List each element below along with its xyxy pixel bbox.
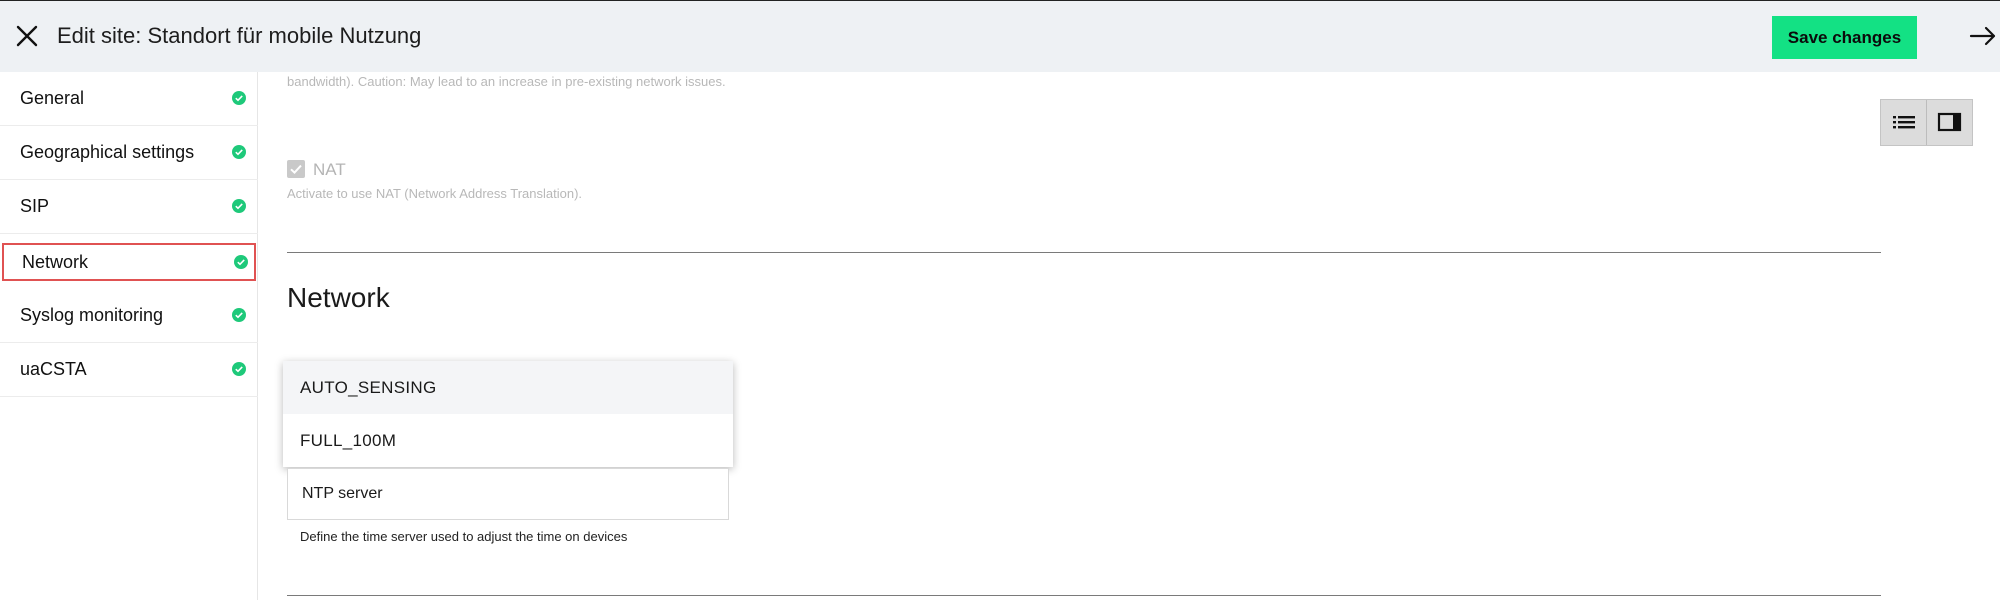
side-panel-icon bbox=[1937, 112, 1962, 132]
sidebar-item-label: uaCSTA bbox=[20, 359, 87, 379]
bandwidth-help-text: bandwidth). Caution: May lead to an incr… bbox=[287, 74, 726, 89]
ntp-help-text: Define the time server used to adjust th… bbox=[300, 529, 628, 544]
sidebar-item-label: General bbox=[20, 88, 85, 108]
list-icon bbox=[1893, 116, 1915, 129]
checkmark-icon bbox=[290, 164, 302, 175]
nat-help-text: Activate to use NAT (Network Address Tra… bbox=[287, 186, 583, 201]
list-view-button[interactable] bbox=[1881, 100, 1927, 145]
dropdown-option-full-100m[interactable]: FULL_100M bbox=[283, 414, 733, 467]
check-circle-icon bbox=[232, 91, 246, 105]
sidebar-item-syslog-monitoring[interactable]: Syslog monitoring bbox=[0, 289, 258, 343]
check-circle-icon bbox=[232, 308, 246, 322]
section-title-network: Network bbox=[287, 282, 390, 313]
top-bar: Edit site: Standort für mobile Nutzung S… bbox=[0, 0, 2000, 72]
check-circle-icon bbox=[232, 362, 246, 376]
arrow-right-icon[interactable] bbox=[1968, 21, 1998, 51]
check-circle-icon bbox=[232, 199, 246, 213]
check-circle-icon bbox=[232, 145, 246, 159]
sidebar-nav: General Geographical settings SIP Networ… bbox=[0, 72, 258, 600]
nat-label: NAT bbox=[313, 160, 346, 179]
sidebar-item-uacsta[interactable]: uaCSTA bbox=[0, 343, 258, 397]
view-toggle bbox=[1880, 99, 1973, 146]
sidebar-item-general[interactable]: General bbox=[0, 72, 258, 126]
dropdown-option-label: AUTO_SENSING bbox=[300, 378, 437, 397]
panel-view-button[interactable] bbox=[1927, 100, 1973, 145]
sidebar-item-network[interactable]: Network bbox=[2, 243, 256, 281]
sidebar-item-sip[interactable]: SIP bbox=[0, 180, 258, 234]
page-title: Edit site: Standort für mobile Nutzung bbox=[57, 23, 422, 48]
check-circle-icon bbox=[234, 255, 248, 269]
sidebar-item-label: SIP bbox=[20, 196, 50, 216]
close-icon[interactable] bbox=[12, 21, 42, 51]
sidebar-item-label: Geographical settings bbox=[20, 142, 195, 162]
ntp-server-input[interactable] bbox=[287, 468, 729, 520]
section-divider bbox=[287, 595, 1881, 596]
section-divider bbox=[287, 252, 1881, 253]
sidebar-item-label: Network bbox=[22, 252, 89, 272]
save-changes-button[interactable]: Save changes bbox=[1772, 16, 1917, 59]
dropdown-option-label: FULL_100M bbox=[300, 431, 397, 450]
sidebar-item-label: Syslog monitoring bbox=[20, 305, 164, 325]
sidebar-item-geographical-settings[interactable]: Geographical settings bbox=[0, 126, 258, 180]
duplex-dropdown-menu: AUTO_SENSING FULL_100M bbox=[283, 361, 733, 467]
dropdown-option-auto-sensing[interactable]: AUTO_SENSING bbox=[283, 361, 733, 414]
nat-checkbox[interactable] bbox=[287, 160, 305, 178]
